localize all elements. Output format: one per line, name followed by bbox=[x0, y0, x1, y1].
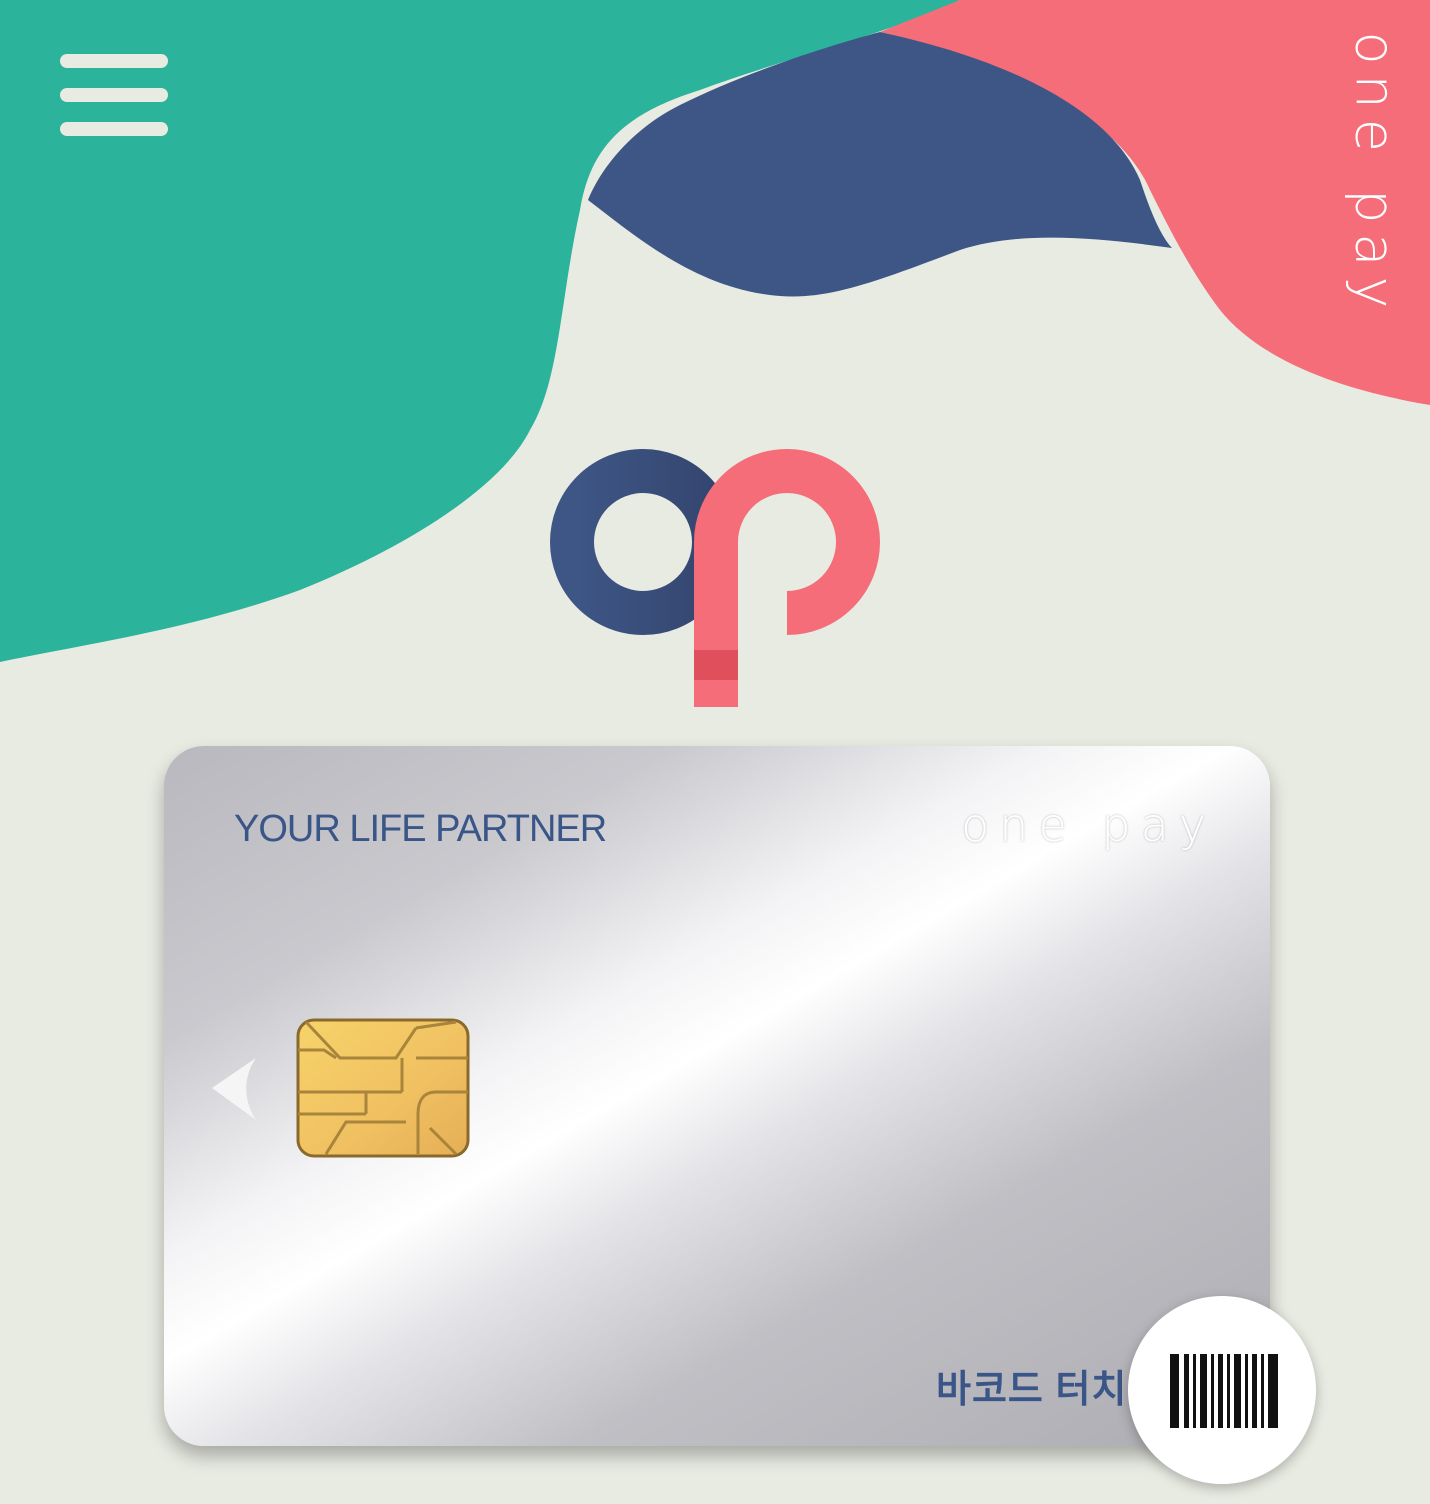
brand-vertical-text: one pay bbox=[1343, 31, 1407, 319]
menu-button[interactable] bbox=[56, 48, 172, 142]
hamburger-menu-icon bbox=[60, 54, 168, 68]
chevron-left-icon[interactable] bbox=[212, 1058, 260, 1120]
payment-card[interactable]: YOUR LIFE PARTNER one pay bbox=[164, 746, 1270, 1446]
card-tagline: YOUR LIFE PARTNER bbox=[234, 808, 607, 850]
onepay-logo bbox=[550, 449, 880, 707]
brand-wordmark-vertical: one pay bbox=[1320, 20, 1430, 330]
card-brand: one pay bbox=[961, 798, 1216, 852]
barcode-button[interactable] bbox=[1128, 1296, 1316, 1484]
barcode-icon bbox=[1170, 1354, 1278, 1428]
chip-icon bbox=[296, 1018, 470, 1158]
hamburger-line bbox=[60, 88, 168, 102]
barcode-touch-label[interactable]: 바코드 터치 bbox=[936, 1358, 1127, 1413]
hamburger-line bbox=[60, 122, 168, 136]
